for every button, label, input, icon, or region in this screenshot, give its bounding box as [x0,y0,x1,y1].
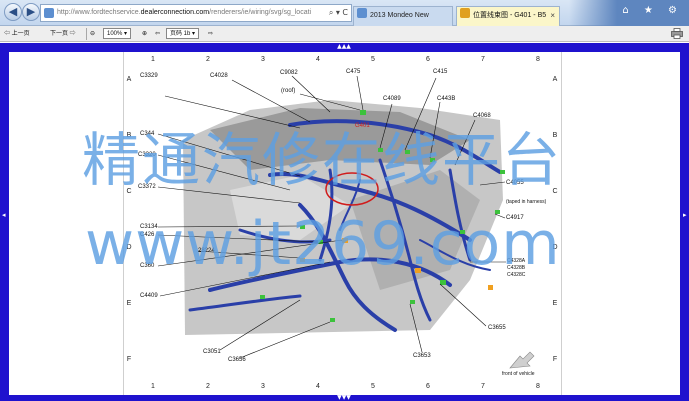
label-c475: C475 [346,69,361,75]
front-arrow-icon [509,351,535,369]
label-c4089: C4089 [383,96,401,102]
label-taped-in-harness: (taped in harness) [506,199,547,205]
label-c3320: C3320 [138,152,156,158]
label-c4328a: C4328A [507,258,526,264]
label-c3134: C3134 [140,224,158,230]
label-c4028: C4028 [210,73,228,79]
label-c3655: C3655 [488,325,506,331]
label-c415: C415 [433,69,448,75]
label-c9082: C9082 [280,70,298,76]
label-g401: G401 [355,123,370,129]
label-c3051: C3051 [203,349,221,355]
label-c443b: C443B [437,96,456,102]
label-c426: C426 [140,232,155,238]
label-c4055: C4055 [506,180,524,186]
wiring-diagram-graphic [157,75,535,369]
label-c3656: C3656 [228,357,246,363]
label-front-of-vehicle: front of vehicle [502,371,535,377]
label-roof: (roof) [281,88,296,94]
label-c344: C344 [140,131,155,137]
label-c3372: C3372 [138,184,156,190]
label-c4068: C4068 [473,113,491,119]
label-28224: 28224 [198,248,215,254]
label-c4328b: C4328B [507,265,526,271]
browser-window: ◀ ▶ http://www.fordtechservice.dealercon… [0,0,689,401]
label-c4328c: C4328C [507,272,526,278]
label-c4409: C4409 [140,293,158,299]
label-c4917: C4917 [506,215,524,221]
label-c360: C360 [140,263,155,269]
label-c3329: C3329 [140,73,158,79]
label-c3653: C3653 [413,353,431,359]
